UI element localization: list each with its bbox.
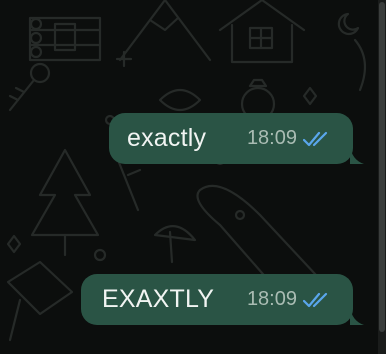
dot-doodle-2 (93, 248, 107, 262)
chat-area: exactly 18:09 EXAXTLY 18:09 (0, 0, 386, 354)
message-meta: 18:09 (247, 288, 333, 311)
message-timestamp: 18:09 (246, 127, 297, 149)
star-doodle-1 (115, 50, 133, 68)
log-cabin-doodle (28, 16, 102, 62)
house-doodle (218, 0, 306, 64)
bubble-tail (350, 146, 364, 164)
message-timestamp: 18:09 (246, 288, 297, 310)
chat-scrollbar[interactable] (378, 0, 386, 354)
leaf-doodle (158, 88, 202, 112)
scrollbar-thumb[interactable] (379, 2, 385, 332)
message-text: exactly (127, 124, 207, 152)
double-check-read-icon (303, 292, 328, 307)
candle-doodle (116, 158, 142, 212)
star-doodle-3 (6, 234, 22, 254)
moon-doodle (337, 12, 360, 36)
message-text: EXAXTLY (102, 285, 215, 313)
message-meta: 18:09 (247, 127, 333, 150)
mountain-doodle (118, 0, 212, 62)
bubble-tail (350, 307, 364, 325)
key-doodle (8, 62, 51, 112)
outgoing-message-bubble[interactable]: EXAXTLY 18:09 (81, 274, 364, 325)
tree-doodle (30, 148, 100, 257)
swirl-doodle (353, 38, 367, 92)
star-doodle-2 (302, 86, 318, 106)
mushroom-doodle (153, 225, 197, 264)
sled-doodle (6, 260, 74, 342)
double-check-read-icon (303, 131, 328, 146)
outgoing-message-bubble[interactable]: exactly 18:09 (109, 113, 364, 164)
